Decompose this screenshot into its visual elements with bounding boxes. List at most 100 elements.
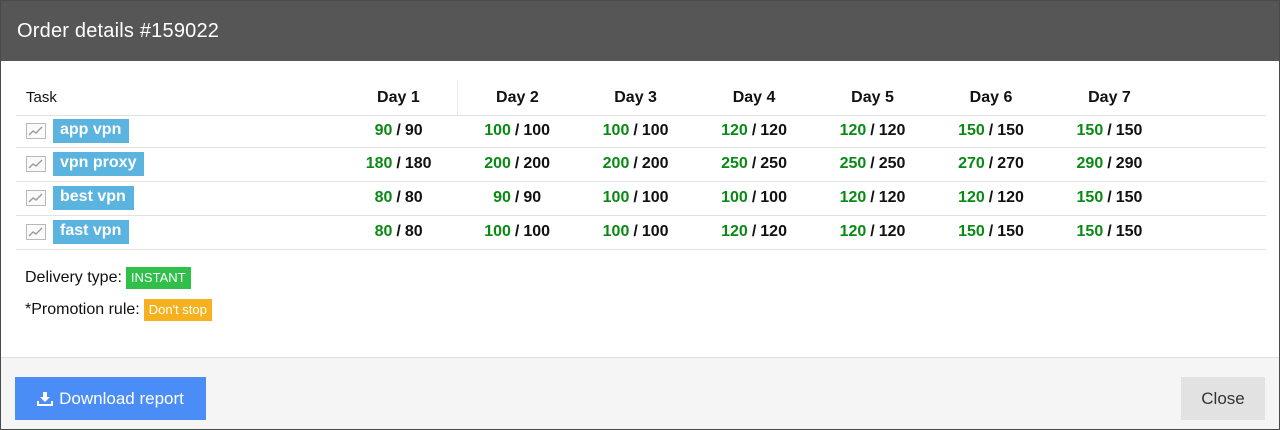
order-details-modal: Order details #159022 Task Day 1 Day 2 D…	[0, 0, 1280, 430]
promotion-rule-label: *Promotion rule:	[25, 301, 140, 318]
column-header-day-4: Day 4	[732, 88, 776, 106]
total-count: 120	[997, 189, 1024, 206]
line-chart-icon[interactable]	[26, 190, 46, 206]
completed-count: 250	[721, 155, 748, 172]
separator: /	[870, 189, 875, 206]
completed-count: 150	[1076, 189, 1104, 206]
day-5-cell: 250/250	[813, 147, 931, 181]
completed-count: 200	[602, 155, 630, 172]
day-5-cell: 120/120	[813, 115, 931, 147]
completed-count: 100	[602, 122, 630, 139]
completed-count: 100	[484, 122, 511, 139]
total-count: 200	[523, 155, 551, 172]
total-count: 270	[997, 155, 1024, 172]
separator: /	[514, 155, 520, 172]
separator: /	[870, 122, 875, 139]
line-chart-icon[interactable]	[26, 224, 46, 240]
completed-count: 150	[1076, 122, 1104, 139]
total-count: 150	[1115, 122, 1143, 139]
delivery-type-label: Delivery type:	[25, 269, 122, 286]
download-icon	[37, 391, 54, 406]
separator: /	[988, 155, 994, 172]
day-3-cell: 100/100	[576, 215, 694, 249]
completed-count: 100	[602, 223, 630, 240]
day-3-cell: 200/200	[576, 147, 694, 181]
task-cell: best vpn	[16, 181, 339, 215]
completed-count: 150	[958, 223, 985, 240]
total-count: 100	[641, 122, 669, 139]
completed-count: 120	[721, 122, 748, 139]
day-2-cell: 90/90	[458, 181, 576, 215]
total-count: 80	[404, 189, 423, 206]
line-chart-icon[interactable]	[26, 123, 46, 139]
day-6-cell: 150/150	[932, 115, 1050, 147]
total-count: 290	[1115, 155, 1143, 172]
completed-count: 120	[839, 223, 867, 240]
delivery-type: Delivery type: INSTANT	[25, 267, 191, 289]
separator: /	[633, 122, 638, 139]
separator: /	[1107, 155, 1112, 172]
day-3-cell: 100/100	[576, 181, 694, 215]
task-cell: vpn proxy	[16, 147, 339, 181]
modal-body: Task Day 1 Day 2 Day 3 Day 4 Day 5 Day 6…	[1, 61, 1279, 357]
separator: /	[988, 223, 994, 240]
total-count: 120	[878, 122, 906, 139]
separator: /	[988, 189, 994, 206]
table-row: best vpn 80/80 90/90 100/100 100/100 120/120 1…	[16, 181, 1266, 215]
table-row: vpn proxy 180/180 200/200 200/200 250/250 250…	[16, 147, 1266, 181]
task-cell-content: fast vpn	[16, 220, 339, 244]
completed-count: 100	[721, 189, 748, 206]
total-count: 120	[878, 223, 906, 240]
completed-count: 120	[721, 223, 748, 240]
line-chart-icon[interactable]	[26, 156, 46, 172]
separator: /	[514, 223, 520, 240]
total-count: 120	[760, 122, 787, 139]
day-1-cell: 180/180	[339, 147, 457, 181]
task-cell-content: app vpn	[16, 119, 339, 143]
day-4-cell: 120/120	[695, 115, 813, 147]
task-cell: app vpn	[16, 115, 339, 147]
total-count: 100	[641, 223, 669, 240]
completed-count: 120	[839, 122, 867, 139]
day-4-cell: 250/250	[695, 147, 813, 181]
total-count: 150	[1115, 223, 1143, 240]
task-label[interactable]: app vpn	[53, 119, 130, 143]
modal-title: Order details #159022	[17, 19, 220, 42]
completed-count: 270	[958, 155, 985, 172]
task-label[interactable]: fast vpn	[53, 220, 130, 244]
total-count: 150	[997, 122, 1024, 139]
total-count: 120	[878, 189, 906, 206]
task-label[interactable]: best vpn	[53, 186, 134, 210]
day-4-cell: 100/100	[695, 181, 813, 215]
separator: /	[988, 122, 994, 139]
day-7-cell: 150/150	[1050, 215, 1168, 249]
close-button[interactable]: Close	[1181, 377, 1265, 420]
promotion-rule-badge: Don't stop	[143, 299, 212, 321]
row-spacer	[1169, 181, 1266, 215]
column-header-day-2: Day 2	[457, 81, 577, 115]
total-count: 150	[997, 223, 1024, 240]
completed-count: 100	[484, 223, 511, 240]
task-label[interactable]: vpn proxy	[53, 152, 145, 176]
completed-count: 80	[374, 189, 393, 206]
column-spacer	[1169, 81, 1266, 115]
download-report-label: Download report	[59, 388, 184, 408]
task-cell-content: vpn proxy	[16, 152, 339, 176]
day-1-cell: 80/80	[339, 215, 457, 249]
completed-count: 90	[374, 122, 393, 139]
row-spacer	[1169, 147, 1266, 181]
day-7-cell: 150/150	[1050, 181, 1168, 215]
separator: /	[396, 189, 401, 206]
delivery-type-badge: INSTANT	[125, 267, 191, 289]
total-count: 90	[404, 122, 423, 139]
download-report-button[interactable]: Download report	[15, 377, 206, 420]
day-6-cell: 120/120	[932, 181, 1050, 215]
day-6-cell: 150/150	[932, 215, 1050, 249]
total-count: 250	[878, 155, 906, 172]
total-count: 180	[404, 155, 432, 172]
separator: /	[633, 189, 638, 206]
day-1-cell: 80/80	[339, 181, 457, 215]
total-count: 250	[760, 155, 787, 172]
day-2-cell: 100/100	[458, 115, 576, 147]
row-spacer	[1169, 215, 1266, 249]
